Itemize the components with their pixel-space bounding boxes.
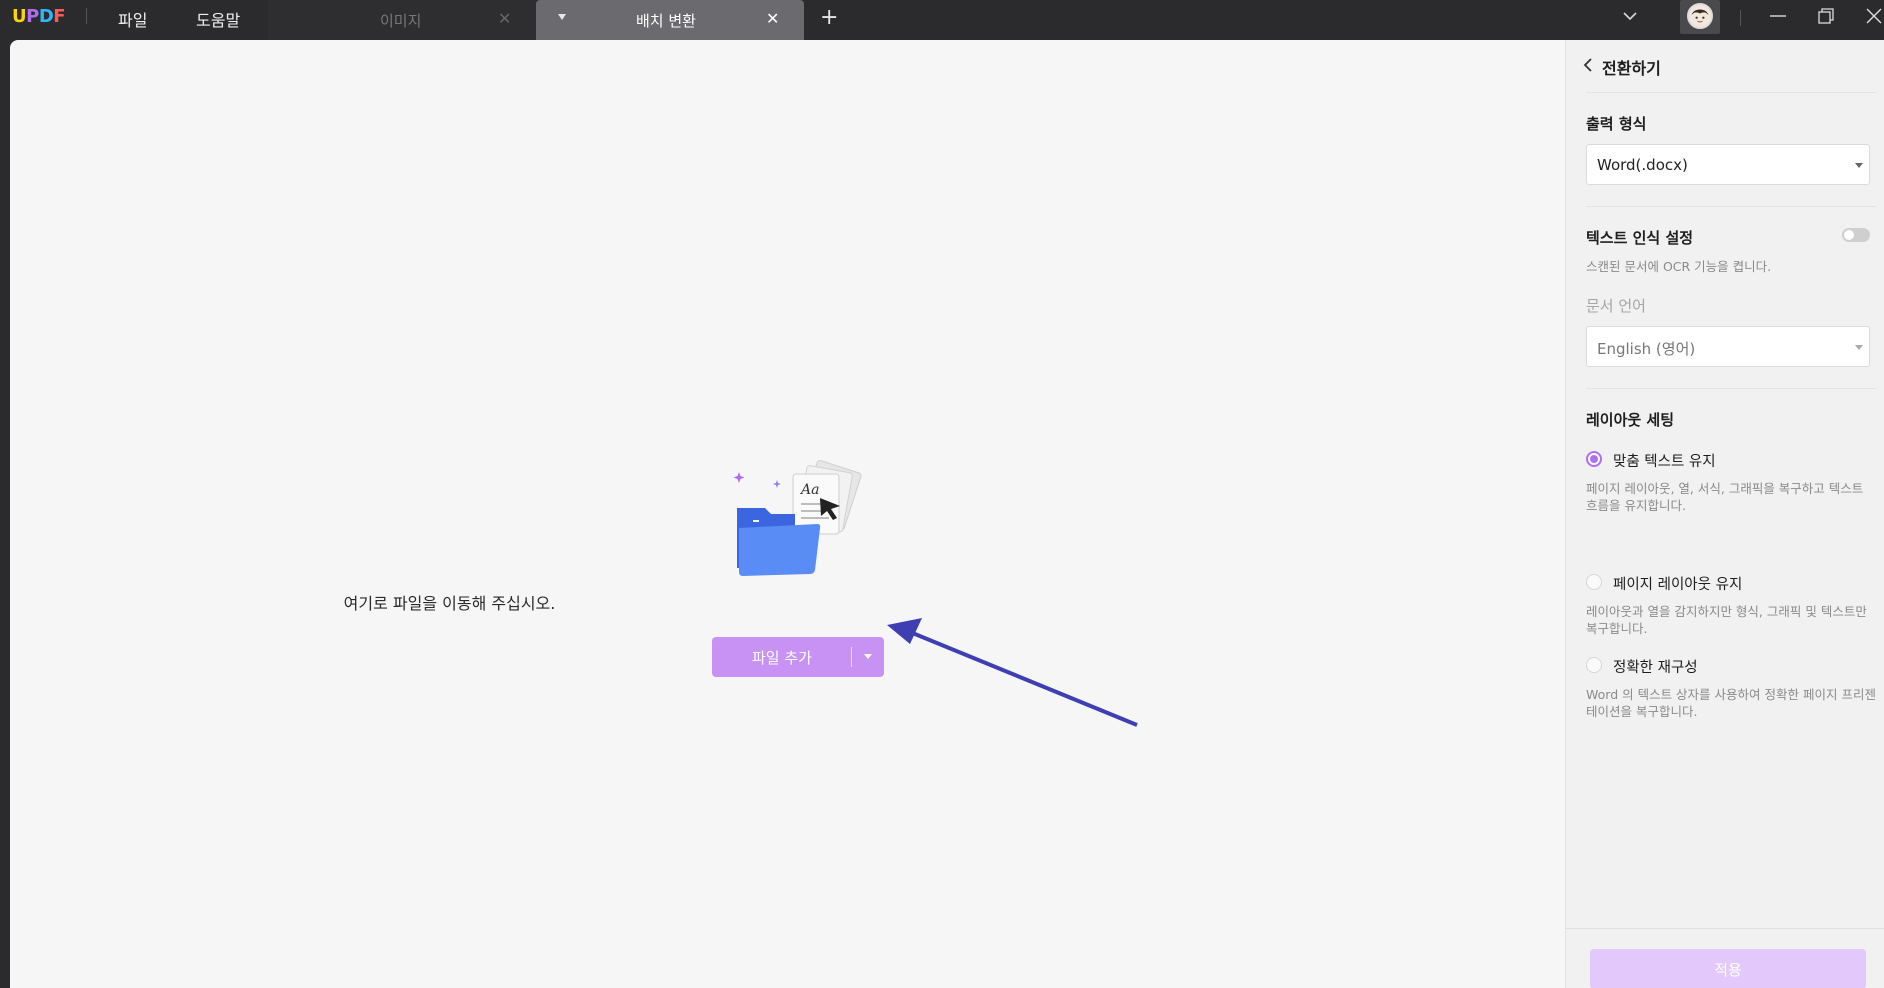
doc-language-select[interactable]: English (영어) [1586, 326, 1870, 367]
ocr-settings-title: 텍스트 인식 설정 [1586, 229, 1694, 247]
svg-text:Aa: Aa [799, 482, 819, 498]
radio-flowing-text[interactable] [1586, 451, 1602, 467]
drop-instructions: 여기로 파일을 이동해 주십시오. [10, 590, 1565, 614]
output-format-title: 출력 형식 [1586, 115, 1647, 133]
footer-divider [1566, 928, 1884, 929]
radio-label[interactable]: 맞춤 텍스트 유지 [1613, 450, 1716, 471]
tab-dropdown-icon[interactable] [558, 14, 566, 20]
convert-settings-panel: 전환하기 출력 형식 Word(.docx) 텍스트 인식 설정 스캔된 문서에… [1565, 40, 1884, 988]
radio-description: Word 의 텍스트 상자를 사용하여 정확한 페이지 프리젠테이션을 복구합니… [1586, 687, 1876, 719]
radio-label[interactable]: 정확한 재구성 [1613, 656, 1698, 677]
logo-letter-f: F [53, 6, 66, 27]
output-format-value: Word(.docx) [1597, 156, 1688, 174]
minimize-icon[interactable] [1768, 8, 1788, 24]
divider [1586, 388, 1876, 389]
apply-button[interactable]: 적용 [1590, 949, 1866, 988]
menu-file[interactable]: 파일 [118, 7, 147, 31]
divider [1586, 92, 1876, 93]
close-icon[interactable]: ✕ [766, 11, 779, 27]
tab-batch-convert[interactable]: 배치 변환 ✕ [536, 0, 804, 40]
radio-label[interactable]: 페이지 레이아웃 유지 [1613, 573, 1742, 594]
add-file-dropdown-icon[interactable] [864, 654, 872, 659]
updf-logo[interactable]: UPDF [12, 6, 66, 27]
avatar-icon [1687, 3, 1713, 29]
logo-letter-d: D [38, 6, 54, 27]
close-icon[interactable]: ✕ [498, 11, 511, 27]
window-separator [1740, 10, 1741, 26]
chevron-down-icon[interactable] [1622, 10, 1638, 22]
divider [1586, 206, 1876, 207]
menu-help[interactable]: 도움말 [196, 7, 240, 31]
user-avatar[interactable] [1680, 0, 1720, 34]
chevron-down-icon [1855, 345, 1863, 350]
chevron-down-icon [1855, 163, 1863, 168]
plus-icon[interactable]: + [820, 7, 838, 29]
drop-area[interactable]: Aa 여기로 파일을 이동해 주십시오. 파일 추가 [10, 40, 1565, 988]
close-icon[interactable] [1864, 6, 1884, 26]
doc-language-title: 문서 언어 [1586, 297, 1646, 315]
output-format-select[interactable]: Word(.docx) [1586, 144, 1870, 185]
radio-description: 레이아웃과 열을 감지하지만 형식, 그래픽 및 텍스트만 복구합니다. [1586, 604, 1867, 636]
chevron-left-icon[interactable] [1580, 57, 1596, 73]
folder-documents-icon: Aa [733, 460, 862, 576]
logo-letter-p: P [26, 6, 39, 27]
restore-icon[interactable] [1816, 6, 1836, 26]
radio-page-layout[interactable] [1586, 574, 1602, 590]
tab-label: 배치 변환 [636, 12, 696, 30]
logo-letter-u: U [12, 6, 27, 27]
drop-text: 여기로 파일을 이동해 주십시오. [343, 594, 556, 613]
tab-label: 이미지 [380, 12, 422, 30]
add-file-label: 파일 추가 [752, 649, 812, 667]
apply-label: 적용 [1714, 961, 1742, 979]
radio-description: 페이지 레이아웃, 열, 서식, 그래픽을 복구하고 텍스트 흐름을 유지합니다… [1586, 481, 1864, 513]
add-file-button[interactable]: 파일 추가 [712, 637, 884, 677]
tab-image[interactable]: 이미지 ✕ [268, 0, 536, 40]
button-separator [851, 647, 852, 667]
toggle-knob [1844, 230, 1854, 240]
panel-title: 전환하기 [1602, 59, 1661, 78]
ocr-toggle[interactable] [1842, 228, 1870, 242]
title-bar: UPDF 파일 도움말 이미지 ✕ 배치 변환 ✕ + [0, 0, 1884, 40]
ocr-hint: 스캔된 문서에 OCR 기능을 켭니다. [1586, 259, 1772, 274]
radio-exact-reconstruction[interactable] [1586, 657, 1602, 673]
layout-settings-title: 레이아웃 세팅 [1586, 411, 1675, 429]
menu-separator [86, 8, 87, 24]
doc-language-value: English (영어) [1597, 340, 1696, 358]
